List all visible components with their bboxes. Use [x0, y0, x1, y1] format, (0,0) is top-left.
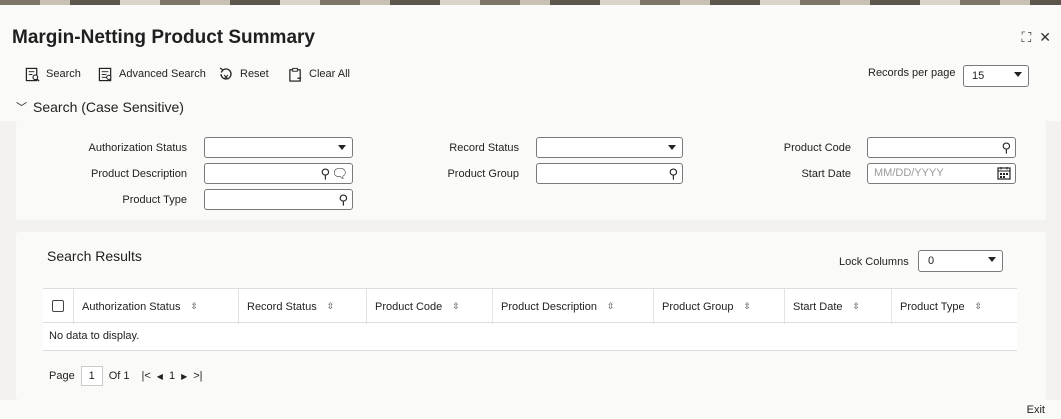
search-icon[interactable]: ⚲: [338, 192, 348, 208]
search-results-panel: Search Results Lock Columns 0 Authorizat…: [16, 232, 1046, 400]
empty-table-message: No data to display.: [43, 323, 1017, 351]
lock-columns-label: Lock Columns: [839, 256, 909, 268]
last-page-icon[interactable]: >|: [193, 370, 202, 382]
column-label: Product Description: [501, 300, 597, 313]
column-label: Authorization Status: [82, 300, 181, 313]
authorization-status-label: Authorization Status: [88, 142, 187, 154]
column-header-record-status[interactable]: Record Status ⇳: [238, 289, 366, 324]
column-header-product-type[interactable]: Product Type ⇳: [891, 289, 1017, 324]
lock-columns-value: 0: [928, 255, 935, 267]
search-doc-icon: [24, 66, 40, 82]
select-all-checkbox[interactable]: [52, 300, 64, 312]
search-icon[interactable]: ⚲: [320, 166, 330, 182]
chevron-down-icon: [988, 257, 996, 262]
page-title: Margin-Netting Product Summary: [12, 27, 315, 48]
column-label: Product Group: [662, 300, 734, 313]
clear-all-button[interactable]: Clear All: [287, 66, 350, 82]
product-description-label: Product Description: [91, 168, 187, 180]
search-icon[interactable]: ⚲: [668, 166, 678, 182]
search-icon[interactable]: ⚲: [1001, 140, 1011, 156]
start-date-placeholder: MM/DD/YYYY: [874, 167, 944, 179]
product-code-field[interactable]: ⚲: [867, 137, 1016, 158]
records-per-page-value: 15: [972, 70, 985, 82]
search-button[interactable]: Search: [24, 66, 81, 82]
advanced-search-icon: [97, 66, 113, 82]
advanced-search-label: Advanced Search: [119, 68, 206, 80]
resize-icon[interactable]: ⛶: [1021, 29, 1031, 46]
clipboard-icon: [287, 66, 303, 82]
title-bar: Margin-Netting Product Summary ⛶ ✕: [0, 5, 1061, 57]
search-results-title: Search Results: [47, 248, 142, 264]
search-section-title: Search (Case Sensitive): [33, 99, 184, 115]
chevron-down-icon: ﹀: [16, 102, 27, 114]
first-page-icon[interactable]: |<: [142, 370, 151, 382]
exit-button[interactable]: Exit: [1027, 404, 1045, 416]
sort-icon[interactable]: ⇳: [975, 301, 983, 312]
table-header: Authorization Status ⇳ Record Status ⇳ Pro…: [43, 288, 1017, 324]
column-label: Start Date: [793, 300, 843, 313]
sort-icon[interactable]: ⇳: [744, 301, 752, 312]
comment-icon[interactable]: 🗨: [331, 166, 348, 182]
column-header-product-code[interactable]: Product Code ⇳: [366, 289, 492, 324]
toolbar: Search Advanced Search Reset Clear All R…: [0, 57, 1061, 95]
chevron-down-icon: [1014, 72, 1022, 77]
column-label: Product Code: [375, 300, 443, 313]
calendar-icon[interactable]: [997, 166, 1011, 183]
next-page-icon[interactable]: ▶: [181, 372, 187, 381]
column-header-product-description[interactable]: Product Description ⇳: [492, 289, 653, 324]
pagination: Page 1 Of 1 |< ◀ 1 ▶ >|: [49, 366, 203, 386]
footer-bar: Exit: [0, 400, 1061, 419]
sort-icon[interactable]: ⇳: [853, 301, 861, 312]
reset-label: Reset: [240, 68, 269, 80]
authorization-status-select[interactable]: [204, 137, 353, 158]
results-table: Authorization Status ⇳ Record Status ⇳ Pro…: [43, 288, 1017, 351]
chevron-down-icon: [338, 145, 346, 150]
start-date-field[interactable]: MM/DD/YYYY: [867, 163, 1016, 184]
records-per-page-select[interactable]: 15: [963, 65, 1029, 87]
reset-button[interactable]: Reset: [218, 66, 269, 82]
lock-columns-select[interactable]: 0: [918, 250, 1003, 272]
search-criteria-panel: Authorization Status Record Status Produ…: [16, 121, 1046, 220]
close-icon[interactable]: ✕: [1039, 29, 1051, 46]
sort-icon[interactable]: ⇳: [190, 301, 198, 312]
search-button-label: Search: [46, 68, 81, 80]
sort-icon[interactable]: ⇳: [607, 301, 615, 312]
previous-page-icon[interactable]: ◀: [157, 372, 163, 381]
chevron-down-icon: [668, 145, 676, 150]
product-group-label: Product Group: [447, 168, 519, 180]
records-per-page-label: Records per page: [868, 67, 956, 79]
column-label: Product Type: [900, 300, 965, 313]
sort-icon[interactable]: ⇳: [452, 301, 460, 312]
product-code-label: Product Code: [783, 142, 851, 154]
sort-icon[interactable]: ⇳: [327, 301, 335, 312]
start-date-label: Start Date: [801, 168, 851, 180]
product-group-field[interactable]: ⚲: [536, 163, 683, 184]
record-status-select[interactable]: [536, 137, 683, 158]
reset-icon: [218, 66, 234, 82]
column-label: Record Status: [247, 300, 317, 313]
current-page-number: 1: [168, 370, 176, 382]
page-number-input[interactable]: 1: [80, 366, 103, 386]
search-section-header[interactable]: ﹀ Search (Case Sensitive): [0, 95, 1061, 121]
product-type-label: Product Type: [122, 194, 187, 206]
page-label: Page: [49, 370, 75, 382]
advanced-search-button[interactable]: Advanced Search: [97, 66, 206, 82]
column-header-authorization-status[interactable]: Authorization Status ⇳: [73, 289, 238, 324]
column-header-start-date[interactable]: Start Date ⇳: [784, 289, 891, 324]
page-of-label: Of 1: [108, 370, 130, 382]
record-status-label: Record Status: [449, 142, 519, 154]
product-type-field[interactable]: ⚲: [204, 189, 353, 210]
product-description-field[interactable]: ⚲ 🗨: [204, 163, 353, 184]
clear-all-label: Clear All: [309, 68, 350, 80]
column-header-product-group[interactable]: Product Group ⇳: [653, 289, 784, 324]
